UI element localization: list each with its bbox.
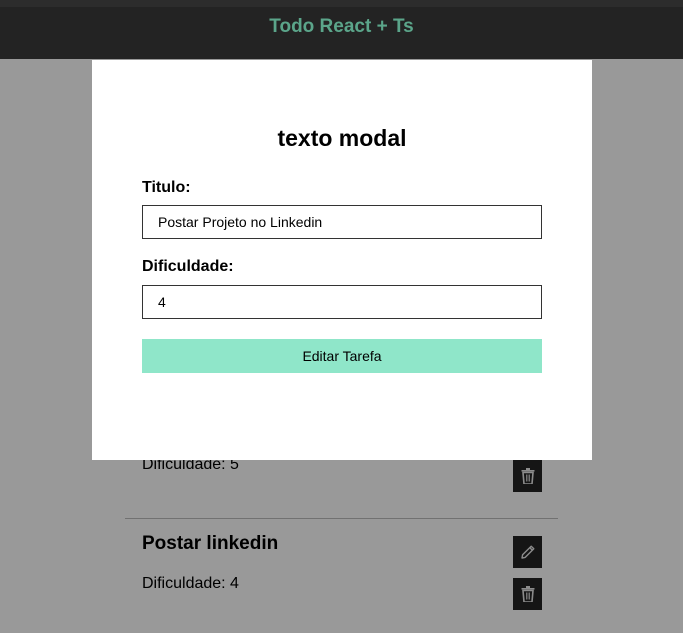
- edit-task-button[interactable]: Editar Tarefa: [142, 339, 542, 373]
- edit-task-modal: texto modal Titulo: Dificuldade: Editar …: [92, 60, 592, 460]
- difficulty-input[interactable]: [142, 285, 542, 319]
- title-label: Titulo:: [142, 179, 191, 196]
- modal-title: texto modal: [277, 125, 407, 151]
- title-input[interactable]: [142, 205, 542, 239]
- app-title: Todo React + Ts: [269, 16, 414, 37]
- browser-strip: [0, 0, 683, 7]
- app-header: Todo React + Ts: [0, 0, 683, 59]
- difficulty-label: Dificuldade:: [142, 258, 234, 275]
